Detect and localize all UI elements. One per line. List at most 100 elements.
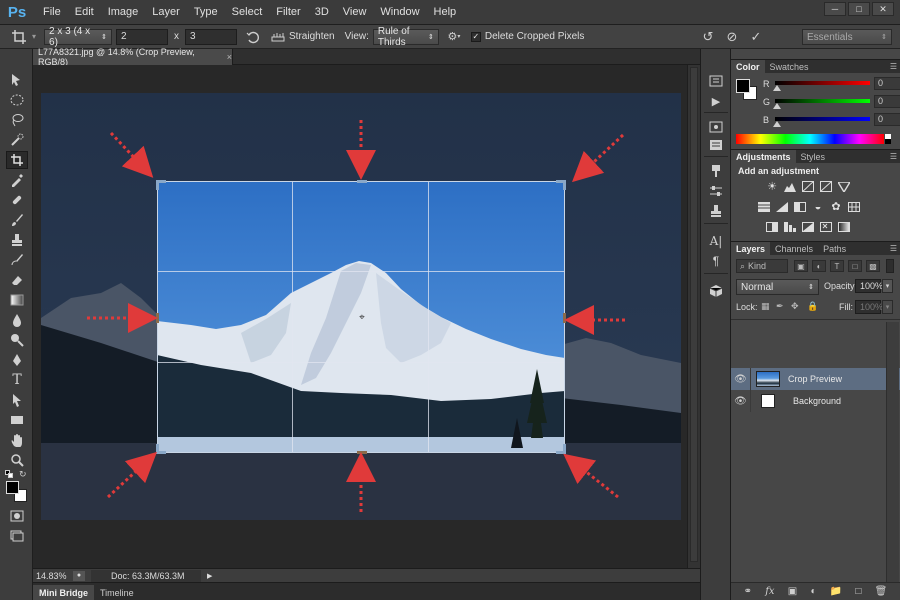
filter-type-icon[interactable]: T [830,260,844,272]
layer-filter-select[interactable]: ⌕ Kind [736,259,788,273]
tab-timeline[interactable]: Timeline [94,585,140,600]
menu-3d[interactable]: 3D [308,6,336,18]
slider-thumb[interactable] [773,103,781,109]
panel-menu-icon[interactable]: ☰ [890,62,897,71]
ratio-height-input[interactable]: 3 [185,28,238,45]
hand-tool-icon[interactable] [6,431,28,449]
close-icon[interactable]: ✕ [872,2,894,16]
document-tab[interactable]: L77A8321.jpg @ 14.8% (Crop Preview, RGB/… [33,47,233,67]
paragraph-panel-icon[interactable]: ¶ [706,253,726,269]
menu-type[interactable]: Type [187,6,225,18]
actions-play-icon[interactable]: ▶ [706,93,726,109]
minimize-icon[interactable]: ─ [824,2,846,16]
panel-menu-icon[interactable]: ☰ [890,244,897,253]
brush-presets-icon[interactable] [706,163,726,179]
menu-view[interactable]: View [336,6,374,18]
zoom-level[interactable]: 14.83% [33,571,73,581]
opacity-input[interactable]: 100% [855,279,883,293]
foreground-color-swatch[interactable] [736,79,750,93]
lock-position-icon[interactable]: ✥ [791,301,799,312]
close-icon[interactable]: × [227,52,232,62]
maximize-icon[interactable]: □ [848,2,870,16]
straighten-button[interactable]: Straighten [289,31,335,42]
filter-shape-icon[interactable]: □ [848,260,862,272]
color-spectrum-bar[interactable] [736,134,891,144]
gradient-map-icon[interactable] [837,220,851,233]
scrollbar-thumb[interactable] [690,67,698,562]
menu-edit[interactable]: Edit [68,6,101,18]
layer-row[interactable]: 👁 Crop Preview [731,368,900,390]
brush-tool-icon[interactable] [6,211,28,229]
delete-cropped-checkbox[interactable]: ✓ [470,31,481,42]
layers-scrollbar[interactable] [886,322,899,582]
filter-smart-object-icon[interactable]: ▩ [866,260,880,272]
lock-all-icon[interactable]: 🔒 [807,301,818,312]
posterize-icon[interactable] [783,220,797,233]
red-value-input[interactable]: 0 [874,77,900,90]
eraser-tool-icon[interactable] [6,271,28,289]
workspace-select[interactable]: Essentials ⇕ [802,29,892,45]
color-balance-icon[interactable] [775,200,789,213]
commit-crop-icon[interactable]: ✓ [748,29,764,45]
menu-image[interactable]: Image [101,6,146,18]
foreground-color-swatch[interactable] [6,481,19,494]
black-swatch[interactable] [885,139,891,144]
type-tool-icon[interactable]: T [6,371,28,389]
default-colors-icon[interactable] [5,470,13,478]
green-slider[interactable]: G 0 [761,95,900,111]
blend-mode-select[interactable]: Normal ⇕ [736,279,819,295]
share-icon[interactable]: ● [73,570,85,581]
tab-mini-bridge[interactable]: Mini Bridge [33,585,94,600]
lock-image-icon[interactable]: ✒ [776,301,784,312]
invert-icon[interactable] [765,220,779,233]
threshold-icon[interactable] [801,220,815,233]
slider-thumb[interactable] [773,85,781,91]
character-panel-icon[interactable]: A| [706,233,726,249]
panel-menu-icon[interactable]: ☰ [890,152,897,161]
quick-selection-tool-icon[interactable] [6,131,28,149]
link-layers-icon[interactable]: ⚭ [744,586,752,597]
brightness-contrast-icon[interactable]: ☀ [765,180,779,193]
selective-color-icon[interactable] [819,220,833,233]
3d-panel-icon[interactable] [706,283,726,299]
blue-value-input[interactable]: 0 [874,113,900,126]
adjustment-layer-icon[interactable]: ◐ [810,586,816,597]
screen-mode-icon[interactable] [6,527,28,545]
history-panel-icon[interactable] [706,73,726,89]
crop-tool-preset-icon[interactable] [6,27,32,47]
overlay-view-select[interactable]: Rule of Thirds ⇕ [372,26,439,48]
tab-paths[interactable]: Paths [818,242,851,255]
chevron-down-icon[interactable]: ▾ [882,279,893,293]
visibility-eye-icon[interactable]: 👁 [731,390,751,412]
filter-pixel-icon[interactable]: ▣ [794,260,808,272]
cancel-crop-icon[interactable]: ⊘ [724,29,740,45]
swap-colors-icon[interactable]: ↻ [19,469,27,480]
exposure-icon[interactable] [819,180,833,193]
straighten-icon[interactable] [271,29,285,45]
layer-name[interactable]: Crop Preview [788,374,842,384]
status-menu-arrow-icon[interactable]: ▶ [207,572,212,580]
vibrance-icon[interactable] [837,180,851,193]
channel-mixer-icon[interactable]: ✿ [829,200,843,213]
menu-filter[interactable]: Filter [269,6,307,18]
new-layer-icon[interactable]: □ [855,586,861,597]
fill-input[interactable]: 100% [855,300,883,314]
pen-tool-icon[interactable] [6,351,28,369]
menu-layer[interactable]: Layer [145,6,187,18]
swap-ratio-icon[interactable] [245,29,261,45]
menu-help[interactable]: Help [427,6,464,18]
color-lookup-icon[interactable] [847,200,861,213]
menu-file[interactable]: File [36,6,68,18]
tab-color[interactable]: Color [731,60,765,73]
crop-tool-icon[interactable] [6,151,28,169]
photo-filter-icon[interactable]: ◒ [811,200,825,213]
black-white-icon[interactable] [793,200,807,213]
filter-toggle[interactable] [886,259,894,273]
brush-panel-icon[interactable] [706,183,726,199]
info-panel-icon[interactable] [706,119,726,135]
visibility-eye-icon[interactable]: 👁 [731,368,751,390]
layer-row[interactable]: 👁 Background [731,390,900,412]
add-mask-icon[interactable]: ▣ [788,586,797,597]
tab-swatches[interactable]: Swatches [765,60,814,73]
levels-icon[interactable] [783,180,797,193]
